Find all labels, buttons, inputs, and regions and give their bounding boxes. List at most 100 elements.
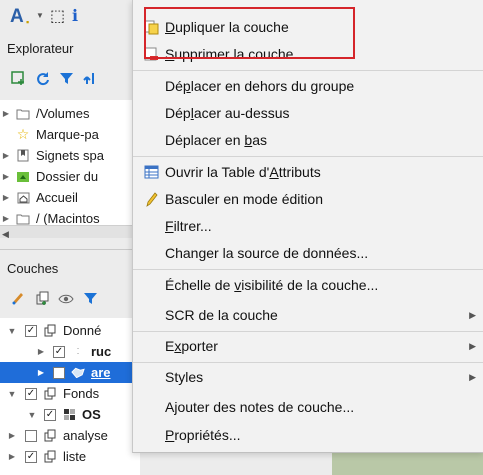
dropdown-chevron-icon[interactable]: ▼ — [36, 11, 44, 20]
add-group-icon[interactable] — [34, 290, 50, 306]
menu-separator — [133, 269, 483, 270]
list-item[interactable]: ▶ Accueil — [0, 187, 78, 208]
list-item-label: Dossier du — [36, 169, 99, 184]
layer-row-selected[interactable]: ▶ ✓ are — [0, 362, 140, 383]
expand-arrow-icon[interactable]: ▶ — [36, 347, 46, 356]
expand-arrow-icon[interactable]: ▶ — [1, 193, 11, 202]
list-item-label: / (Macintos — [36, 211, 100, 225]
menu-item-label: Basculer en mode édition — [165, 191, 323, 207]
info-tool-icon[interactable]: ℹ — [72, 6, 78, 26]
list-item-label: /Volumes — [36, 106, 90, 121]
expand-arrow-icon[interactable]: ▶ — [1, 172, 11, 181]
menu-item-layer-crs[interactable]: SCR de la couche ▶ — [133, 302, 483, 328]
menu-item-change-data-source[interactable]: Changer la source de données... — [133, 240, 483, 266]
menu-item-export[interactable]: Exporter ▶ — [133, 333, 483, 359]
layer-checkbox[interactable]: ✓ — [25, 324, 37, 337]
group-icon — [43, 450, 57, 464]
expand-arrow-icon[interactable]: ▶ — [7, 452, 17, 461]
menu-item-label: Exporter — [165, 338, 218, 354]
expand-arrow-icon[interactable]: ▶ — [7, 431, 17, 440]
layers-panel-title: Couches — [7, 261, 59, 276]
layer-checkbox[interactable]: ✓ — [53, 345, 65, 358]
menu-item-filter[interactable]: Filtrer... — [133, 213, 483, 239]
list-item[interactable]: ☆ Marque-pa — [0, 124, 99, 145]
menu-item-properties[interactable]: Propriétés... — [133, 422, 483, 448]
layer-label: OS — [82, 407, 101, 422]
list-item[interactable]: ▶ Signets spa — [0, 145, 104, 166]
layer-checkbox[interactable]: ✓ — [25, 387, 37, 400]
list-item[interactable]: ▶ /Volumes — [0, 103, 90, 124]
menu-item-move-to-bottom[interactable]: Déplacer en bas — [133, 127, 483, 153]
collapse-all-icon[interactable] — [82, 70, 98, 86]
label-tool-sub-icon: ▪ — [26, 17, 30, 27]
layer-label: Donné — [63, 323, 102, 338]
menu-separator — [133, 156, 483, 157]
home-icon — [16, 191, 30, 205]
select-cursor-icon[interactable]: ⬚ — [50, 6, 65, 26]
menu-separator — [133, 331, 483, 332]
pencil-icon — [143, 191, 159, 207]
layer-group-row[interactable]: ▶ ✓ liste — [0, 446, 86, 467]
polygon-layer-icon — [71, 366, 85, 380]
list-item-label: Accueil — [36, 190, 78, 205]
filter-icon[interactable] — [58, 70, 74, 86]
menu-item-label: Déplacer en bas — [165, 132, 267, 148]
layer-group-row[interactable]: ▼ ✓ Fonds — [0, 383, 100, 404]
filter-legend-icon[interactable] — [82, 290, 98, 306]
list-item-label: Signets spa — [36, 148, 104, 163]
list-item[interactable]: ▶ Dossier du — [0, 166, 98, 187]
add-layer-icon[interactable] — [10, 70, 26, 86]
layer-checkbox[interactable]: ✓ — [53, 366, 65, 379]
list-item[interactable]: ▶ / (Macintos — [0, 208, 100, 225]
menu-item-styles[interactable]: Styles ▶ — [133, 364, 483, 390]
menu-item-move-out-of-group[interactable]: Déplacer en dehors du groupe — [133, 73, 483, 99]
menu-separator — [133, 70, 483, 71]
submenu-arrow-icon: ▶ — [469, 371, 476, 382]
collapse-arrow-icon[interactable]: ▼ — [7, 389, 17, 399]
attribute-table-icon — [143, 164, 159, 180]
raster-layer-icon — [62, 408, 76, 422]
list-item-label: Marque-pa — [36, 127, 99, 142]
menu-item-add-layer-notes[interactable]: Ajouter des notes de couche... — [133, 394, 483, 420]
expand-arrow-icon[interactable]: ▶ — [36, 368, 46, 377]
layer-checkbox[interactable] — [25, 429, 37, 442]
folder-icon — [16, 107, 30, 121]
label-tool-icon[interactable]: A — [10, 6, 24, 28]
layer-row[interactable]: ▶ ✓ ⁚ ruc — [0, 341, 111, 362]
layer-group-row[interactable]: ▶ analyse — [0, 425, 108, 446]
horizontal-scrollbar[interactable]: ◀ — [0, 225, 140, 240]
menu-item-label: Ajouter des notes de couche... — [165, 399, 355, 415]
explorer-tree: ▶ /Volumes ☆ Marque-pa ▶ Signets spa ▶ D… — [0, 100, 140, 225]
collapse-arrow-icon[interactable]: ▼ — [27, 410, 37, 420]
top-toolbar: A ▪ ▼ ⬚ ℹ — [0, 0, 140, 34]
menu-item-move-to-top[interactable]: Déplacer au-dessus — [133, 100, 483, 126]
menu-item-label: Échelle de visibilité de la couche... — [165, 277, 379, 293]
group-icon — [43, 324, 57, 338]
expand-arrow-icon[interactable]: ▶ — [1, 109, 11, 118]
layers-tree: ▼ ✓ Donné ▶ ✓ ⁚ ruc ▶ ✓ are ▼ ✓ Fonds ▼ … — [0, 318, 140, 475]
bookmark-icon — [16, 149, 30, 163]
explorer-panel-title: Explorateur — [7, 41, 74, 56]
visibility-eye-icon[interactable] — [58, 290, 74, 306]
highlight-annotation-box — [144, 7, 355, 59]
layer-label: ruc — [91, 344, 112, 359]
group-icon — [43, 429, 57, 443]
expand-arrow-icon[interactable]: ▶ — [1, 214, 11, 223]
menu-item-label: Filtrer... — [165, 218, 212, 234]
style-brush-icon[interactable] — [10, 290, 26, 306]
expand-arrow-icon[interactable]: ▶ — [1, 151, 11, 160]
refresh-icon[interactable] — [34, 70, 50, 86]
layer-group-row[interactable]: ▼ ✓ Donné — [0, 320, 102, 341]
menu-item-toggle-editing[interactable]: Basculer en mode édition — [133, 186, 483, 212]
menu-item-label: Déplacer en dehors du groupe — [165, 78, 355, 94]
collapse-arrow-icon[interactable]: ▼ — [7, 326, 17, 336]
home-folder-icon — [16, 170, 30, 184]
menu-item-scale-visibility[interactable]: Échelle de visibilité de la couche... — [133, 272, 483, 298]
layer-checkbox[interactable]: ✓ — [25, 450, 37, 463]
layer-checkbox[interactable]: ✓ — [44, 408, 56, 421]
layer-row[interactable]: ▼ ✓ OS — [0, 404, 101, 425]
menu-item-open-attribute-table[interactable]: Ouvrir la Table d'Attributs — [133, 159, 483, 185]
folder-icon — [16, 212, 30, 226]
left-panel: A ▪ ▼ ⬚ ℹ Explorateur ▶ /Volumes ☆ Marqu… — [0, 0, 140, 475]
scroll-left-arrow-icon[interactable]: ◀ — [2, 229, 9, 240]
